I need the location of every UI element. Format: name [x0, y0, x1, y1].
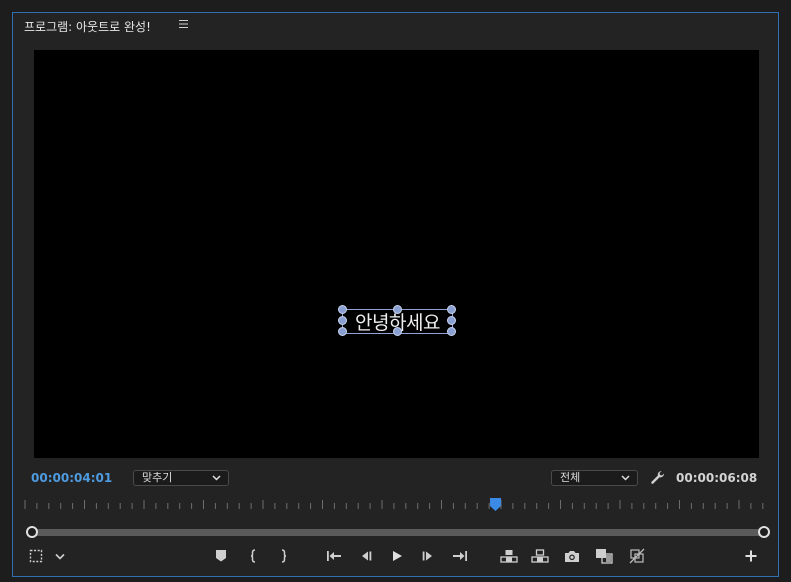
panel-title[interactable]: 프로그램: 아웃트로 완성!: [24, 18, 151, 35]
proxy-toggle-button[interactable]: [626, 545, 648, 567]
mark-in-icon: [250, 549, 256, 563]
play-button[interactable]: [386, 545, 408, 567]
step-forward-button[interactable]: [417, 545, 439, 567]
scroll-bar-end-handle[interactable]: [758, 526, 770, 538]
comparison-view-button[interactable]: [593, 545, 615, 567]
export-frame-icon: [565, 550, 579, 562]
chevron-down-icon: [621, 475, 630, 481]
current-timecode[interactable]: 00:00:04:01: [31, 471, 112, 485]
export-frame-button[interactable]: [561, 545, 583, 567]
transform-handle-middle-right[interactable]: [447, 316, 456, 325]
button-editor-dropdown[interactable]: [49, 545, 71, 567]
scroll-bar-start-handle[interactable]: [26, 526, 38, 538]
lift-button[interactable]: [498, 545, 520, 567]
playhead-icon[interactable]: [490, 498, 501, 512]
time-ruler[interactable]: [23, 498, 768, 514]
wrench-icon[interactable]: [650, 470, 665, 485]
add-marker-icon: [216, 550, 226, 562]
zoom-level-dropdown[interactable]: 맞추기: [133, 470, 229, 486]
chevron-down-icon: [212, 475, 221, 481]
add-marker-button[interactable]: [210, 545, 232, 567]
go-to-in-icon: [327, 551, 341, 561]
transform-handle-bottom-center[interactable]: [393, 327, 402, 336]
go-to-out-button[interactable]: [449, 545, 471, 567]
playback-resolution-dropdown[interactable]: 전체: [551, 470, 638, 486]
transform-handle-top-right[interactable]: [447, 305, 456, 314]
transform-handle-top-center[interactable]: [393, 305, 402, 314]
proxy-toggle-icon: [629, 548, 645, 564]
lift-icon: [500, 550, 518, 563]
play-icon: [393, 551, 402, 561]
duration-timecode: 00:00:06:08: [676, 471, 758, 485]
chevron-down-icon: [55, 553, 65, 560]
transport-controls: [13, 545, 780, 567]
mark-out-button[interactable]: [272, 545, 294, 567]
text-bounding-box[interactable]: 안녕하세요: [338, 305, 456, 336]
step-back-button[interactable]: [355, 545, 377, 567]
hamburger-menu-icon[interactable]: [178, 19, 189, 29]
safe-margins-icon: [29, 549, 43, 563]
comparison-view-icon: [596, 549, 613, 564]
program-monitor-panel: 프로그램: 아웃트로 완성! 안녕하세요 00:00:04:01 맞추기 전체: [12, 12, 779, 577]
mark-out-icon: [281, 549, 287, 563]
step-forward-icon: [422, 551, 432, 561]
extract-icon: [531, 549, 549, 563]
button-editor-button[interactable]: [740, 545, 762, 567]
transform-handle-bottom-left[interactable]: [338, 327, 347, 336]
extract-button[interactable]: [529, 545, 551, 567]
video-preview[interactable]: 안녕하세요: [34, 50, 759, 458]
safe-margins-button[interactable]: [25, 545, 47, 567]
transform-handle-bottom-right[interactable]: [447, 327, 456, 336]
mark-in-button[interactable]: [243, 545, 265, 567]
go-to-out-icon: [453, 551, 467, 561]
zoom-scroll-bar[interactable]: [31, 529, 764, 536]
playback-resolution-value: 전체: [560, 471, 581, 484]
plus-icon: [745, 550, 757, 562]
zoom-level-value: 맞추기: [142, 471, 173, 484]
transform-handle-middle-left[interactable]: [338, 316, 347, 325]
go-to-in-button[interactable]: [323, 545, 345, 567]
step-back-icon: [362, 551, 372, 561]
transform-handle-top-left[interactable]: [338, 305, 347, 314]
